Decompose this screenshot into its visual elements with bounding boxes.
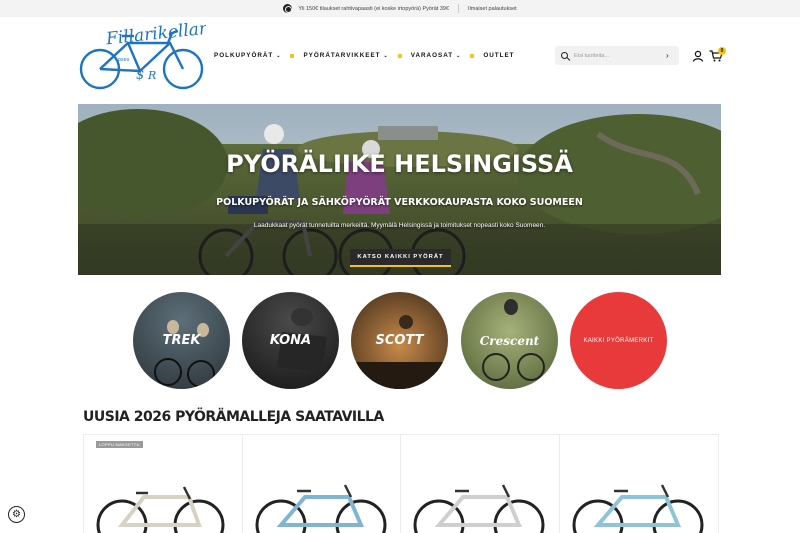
chevron-down-icon: ⌄: [383, 52, 389, 59]
product-card[interactable]: [559, 434, 719, 533]
nav-item-outlet[interactable]: OUTLET: [483, 52, 514, 59]
all-brands-label: KAIKKI PYÖRÄMERKIT: [583, 337, 654, 344]
brand-kona-logo: KONA: [269, 333, 312, 348]
svg-text:oses: oses: [118, 57, 130, 63]
sold-out-badge: LOPPU MAKSETTU: [96, 441, 143, 448]
brand-crescent-logo: Crescent: [479, 333, 540, 348]
svg-text:Fillarikellari: Fillarikellari: [104, 21, 206, 49]
promo-text: Yli 150€ tilaukset rahtivapaasti (ei kos…: [298, 5, 450, 12]
search-submit-button[interactable]: ›: [666, 51, 669, 60]
hero-banner: PYÖRÄLIIKE HELSINGISSÄ POLKUPYÖRÄT JA SÄ…: [78, 104, 721, 275]
nav-item-pyoratarvikkeet[interactable]: PYÖRÄTARVIKKEET ⌄: [303, 52, 388, 59]
search-icon: [561, 52, 568, 59]
cookie-settings-icon[interactable]: ⚙: [8, 506, 25, 523]
nav-item-polkupyorat[interactable]: POLKUPYÖRÄT ⌄: [214, 52, 281, 59]
product-card[interactable]: LOPPU MAKSETTU: [83, 434, 243, 533]
returns-text: Ilmaiset palautukset: [468, 5, 517, 12]
chevron-down-icon: ⌄: [456, 52, 462, 59]
chevron-down-icon: ⌄: [276, 52, 282, 59]
hero-description: Laadukkaat pyörät tunnetuilta merkeiltä.…: [253, 222, 546, 229]
product-card[interactable]: [242, 434, 402, 533]
new-bikes-heading: UUSIA 2026 PYÖRÄMALLEJA SAATAVILLA: [83, 409, 384, 425]
brand-trek[interactable]: TREK: [133, 292, 230, 389]
top-announcement-bar: Yli 150€ tilaukset rahtivapaasti (ei kos…: [0, 0, 800, 17]
nav-separator-dot: [290, 53, 295, 58]
nav-item-varaosat[interactable]: VARAOSAT ⌄: [411, 52, 462, 59]
brand-trek-logo: TREK: [162, 333, 201, 348]
cart-count-badge: 0: [718, 47, 726, 55]
brand-scott[interactable]: SCOTT: [351, 292, 448, 389]
product-image: [413, 484, 545, 533]
hero-subtitle: POLKUPYÖRÄT JA SÄHKÖPYÖRÄT VERKKOKAUPAST…: [216, 197, 583, 208]
site-logo[interactable]: Fillarikellari $ R oses: [78, 18, 213, 91]
divider: [458, 4, 460, 13]
brand-all-brands[interactable]: KAIKKI PYÖRÄMERKIT: [570, 292, 667, 389]
nav-separator-dot: [397, 53, 402, 58]
search-bar: ›: [555, 46, 679, 65]
search-input[interactable]: [574, 52, 662, 59]
user-icon[interactable]: [692, 50, 704, 62]
product-image: [572, 484, 704, 533]
product-image: [255, 484, 387, 533]
product-image: [96, 486, 225, 533]
brand-crescent[interactable]: Crescent: [461, 292, 558, 389]
brand-kona[interactable]: KONA: [242, 292, 339, 389]
nav-separator-dot: [470, 53, 475, 58]
view-all-bikes-button[interactable]: KATSO KAIKKI PYÖRÄT: [350, 249, 451, 267]
globe-icon: [283, 4, 293, 13]
product-card[interactable]: [400, 434, 560, 533]
svg-text:R: R: [147, 69, 156, 82]
brand-scott-logo: SCOTT: [375, 333, 424, 348]
svg-text:$: $: [136, 68, 144, 83]
hero-title: PYÖRÄLIIKE HELSINGISSÄ: [226, 150, 573, 178]
main-navigation: POLKUPYÖRÄT ⌄ PYÖRÄTARVIKKEET ⌄ VARAOSAT ⌄ …: [214, 52, 515, 59]
